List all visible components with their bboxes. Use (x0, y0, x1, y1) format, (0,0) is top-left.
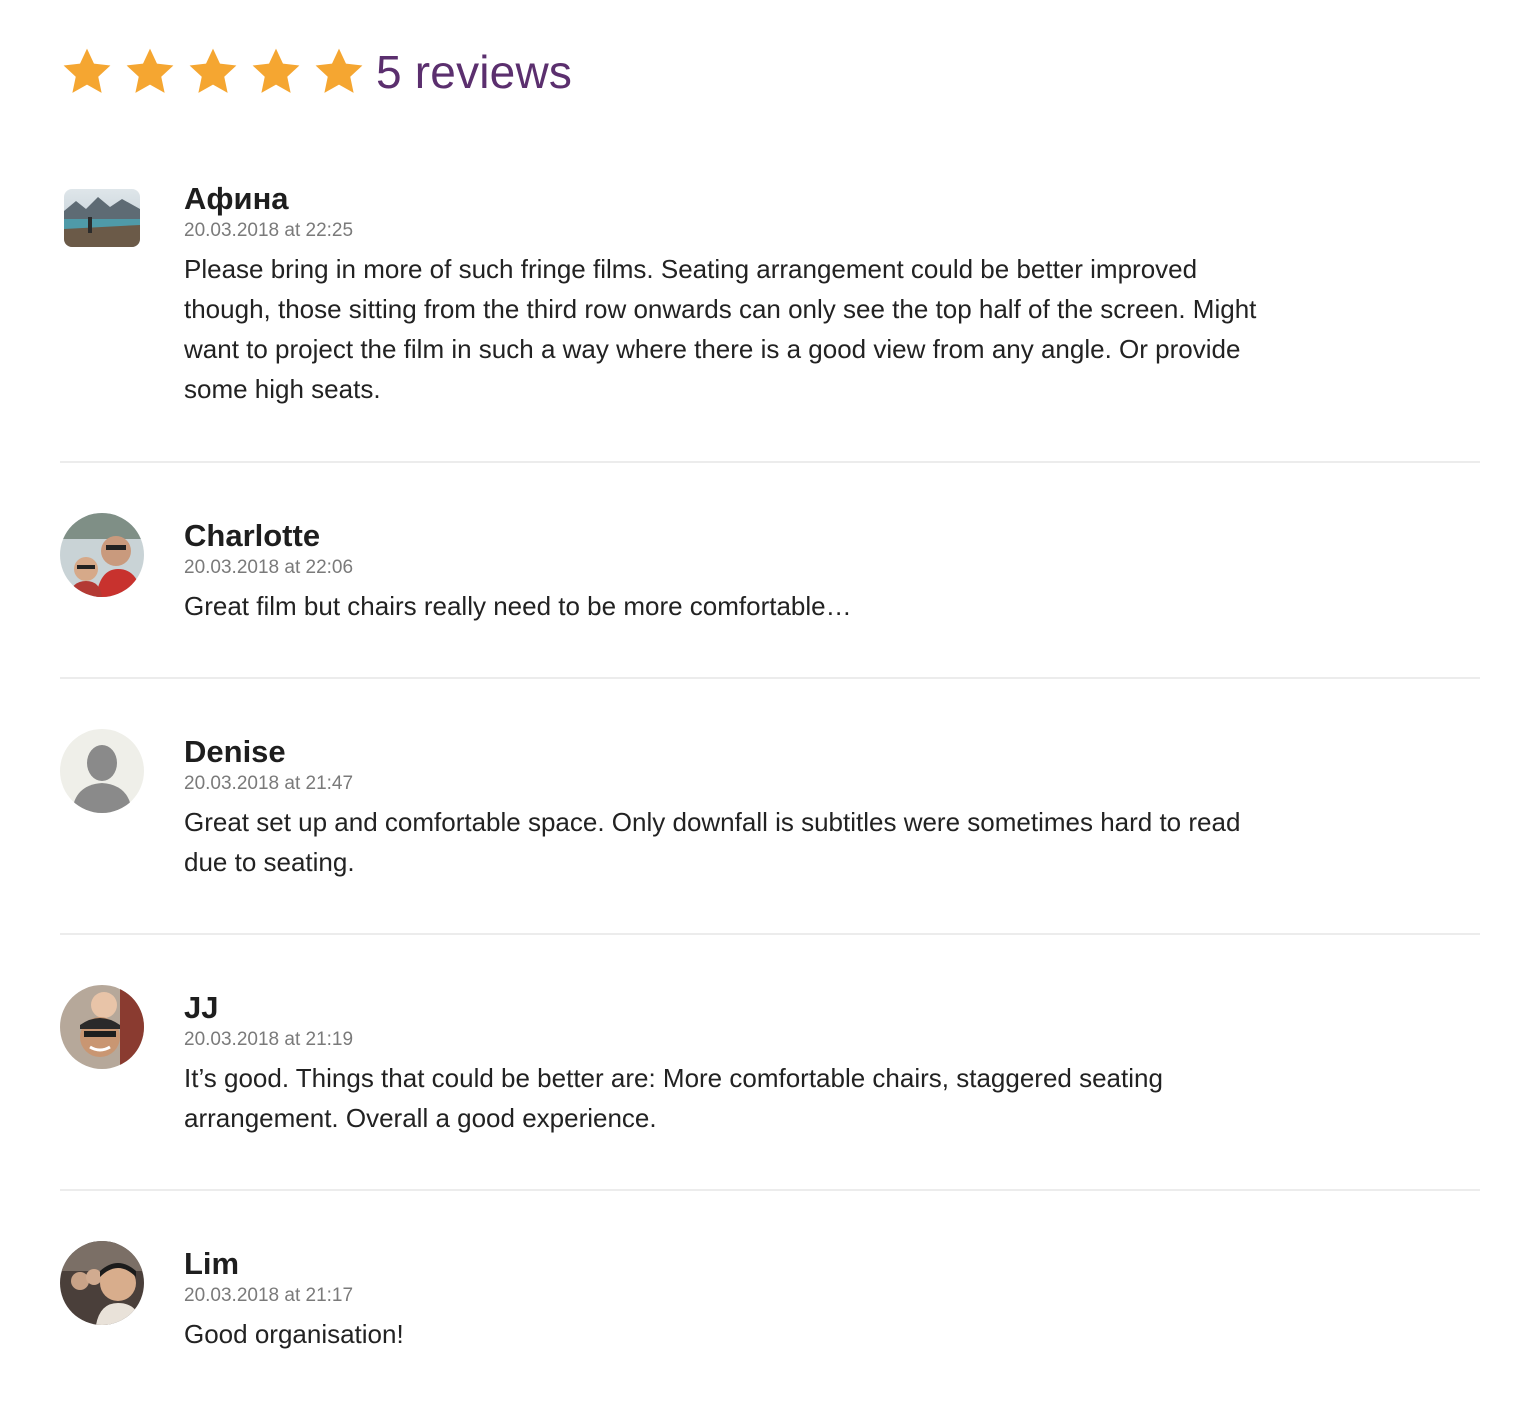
review-item: JJ 20.03.2018 at 21:19 It’s good. Things… (60, 933, 1480, 1189)
reviewer-name: JJ (184, 990, 219, 1025)
avatar (60, 513, 144, 597)
avatar (64, 189, 140, 247)
avatar (60, 985, 144, 1069)
reviewer-name: Афина (184, 181, 289, 216)
star-icon (123, 45, 177, 99)
reviewer-name: Denise (184, 734, 286, 769)
review-date: 20.03.2018 at 21:17 (184, 1285, 354, 1306)
review-item: Lim 20.03.2018 at 21:17 Good organisatio… (60, 1189, 1480, 1404)
review-text: Good organisation! (184, 1319, 404, 1349)
star-icon (249, 45, 303, 99)
review-date: 20.03.2018 at 21:47 (184, 773, 354, 794)
review-date: 20.03.2018 at 21:19 (184, 1029, 354, 1050)
review-text: Great film but chairs really need to be … (184, 591, 852, 621)
review-text: It’s good. Things that could be better a… (184, 1063, 1163, 1133)
review-item: Charlotte 20.03.2018 at 22:06 Great film… (60, 461, 1480, 677)
reviewer-name: Charlotte (184, 518, 321, 553)
review-count: 5 reviews (376, 46, 573, 98)
review-text: Please bring in more of such fringe film… (184, 254, 1257, 404)
review-list: Афина 20.03.2018 at 22:25 Please bring i… (60, 155, 1480, 1404)
review-item: Афина 20.03.2018 at 22:25 Please bring i… (60, 155, 1480, 461)
star-icon (312, 45, 366, 99)
rating-summary: 5 reviews (60, 40, 572, 104)
review-date: 20.03.2018 at 22:06 (184, 557, 354, 578)
avatar (60, 1241, 144, 1325)
star-icon (60, 45, 114, 99)
avatar (60, 729, 144, 813)
review-date: 20.03.2018 at 22:25 (184, 220, 354, 241)
star-rating (60, 45, 376, 99)
star-icon (186, 45, 240, 99)
reviewer-name: Lim (184, 1246, 240, 1281)
review-text: Great set up and comfortable space. Only… (184, 807, 1241, 877)
review-item: Denise 20.03.2018 at 21:47 Great set up … (60, 677, 1480, 933)
